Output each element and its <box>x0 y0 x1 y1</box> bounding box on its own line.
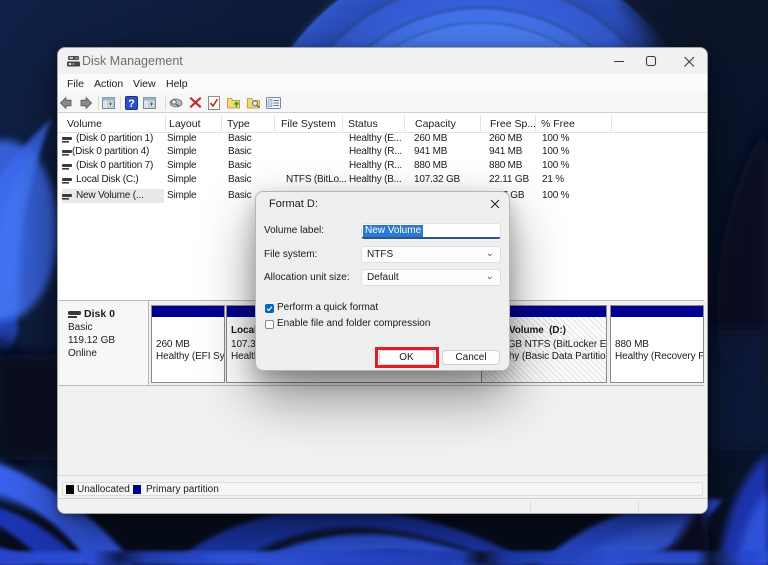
svg-text:?: ? <box>128 98 135 110</box>
